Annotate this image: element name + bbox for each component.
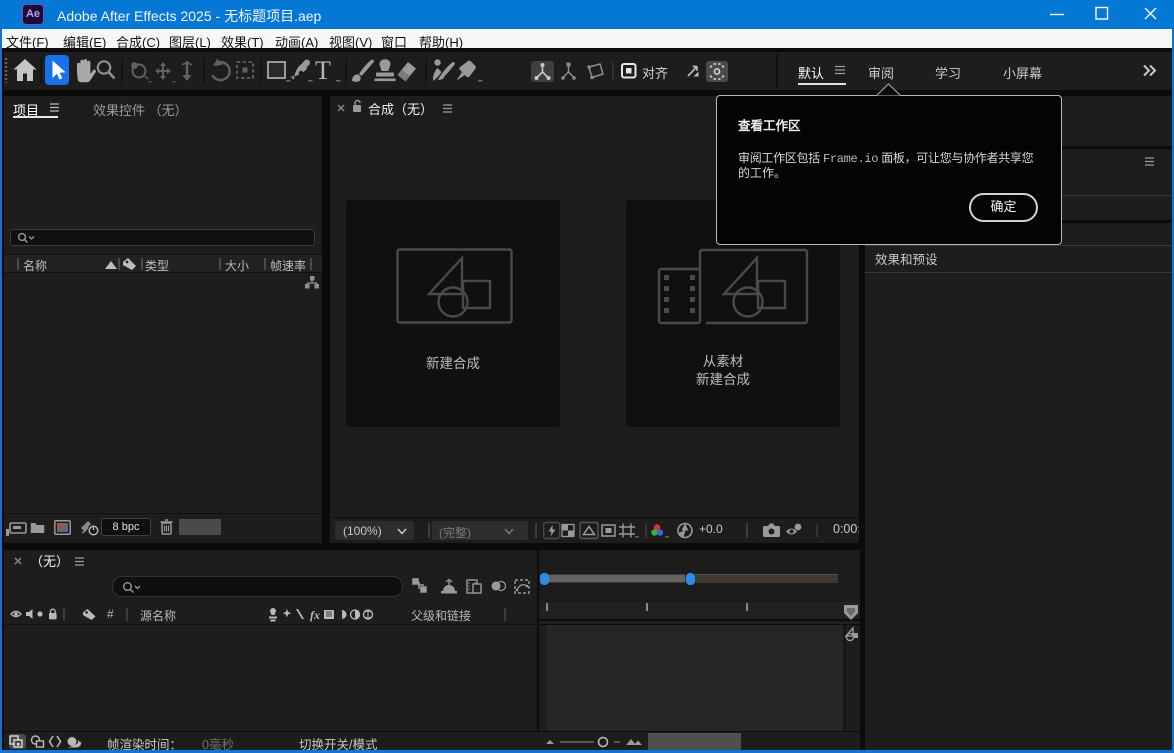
svg-text:T: T <box>315 56 331 85</box>
svg-text:fx: fx <box>310 608 320 622</box>
